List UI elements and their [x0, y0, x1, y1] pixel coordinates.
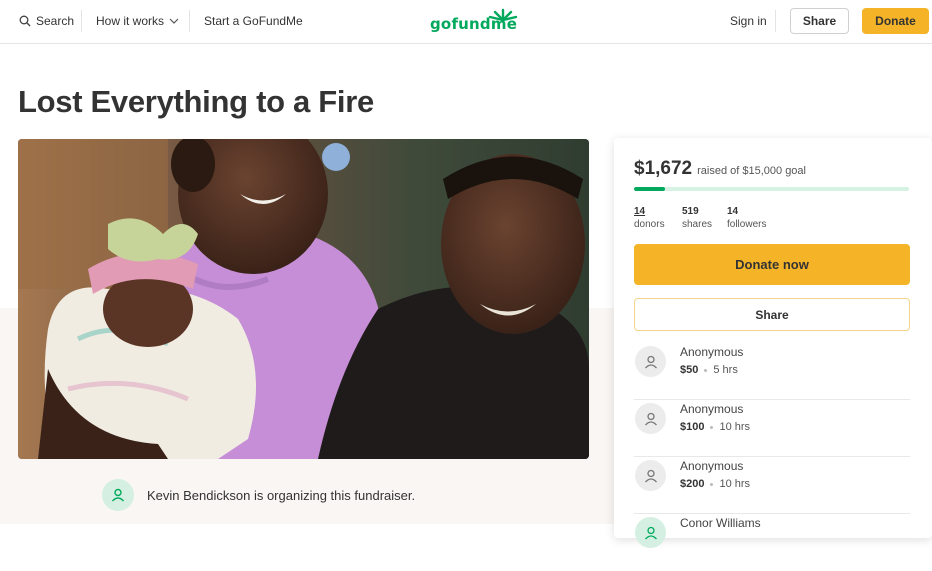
sign-in-link[interactable]: Sign in: [730, 14, 767, 28]
donation-amount: $50: [680, 364, 699, 376]
stat-shares: 519 shares: [682, 205, 712, 231]
donor-user-icon: [644, 355, 657, 368]
goal-text: raised of $15,000 goal: [697, 165, 806, 177]
search-nav[interactable]: Search: [19, 14, 74, 28]
organizer-text: Kevin Bendickson is organizing this fund…: [147, 487, 416, 503]
campaign-photo-image: [18, 139, 589, 459]
how-it-works-label: How it works: [96, 14, 165, 28]
gofundme-logo[interactable]: gofundme: [428, 6, 520, 38]
donor-name: Anonymous: [680, 345, 744, 359]
header-donate-button[interactable]: Donate: [862, 8, 929, 34]
organizer-info: Kevin Bendickson is organizing this fund…: [102, 479, 415, 511]
separator-dot: [710, 482, 714, 486]
stat-value: 519: [682, 206, 699, 217]
search-label: Search: [36, 14, 75, 28]
donation-time: 10 hrs: [719, 478, 751, 490]
donor-avatar: [635, 460, 666, 491]
campaign-photo[interactable]: [18, 139, 589, 459]
donor-name: Anonymous: [680, 459, 744, 473]
donation-amount: $200: [680, 478, 705, 490]
sign-in-label: Sign in: [730, 14, 767, 28]
stat-value: 14: [727, 206, 739, 217]
donation-item: Anonymous $100 10 hrs: [634, 400, 910, 457]
donor-name: Conor Williams: [680, 516, 761, 530]
user-icon: [111, 488, 125, 502]
donation-item: Conor Williams: [634, 514, 910, 571]
donor-name: Anonymous: [680, 402, 744, 416]
donor-user-icon: [644, 412, 657, 425]
donor-user-icon: [644, 469, 657, 482]
donation-time: 10 hrs: [719, 421, 751, 433]
nav-divider: [81, 10, 82, 32]
donation-meta: $100 10 hrs: [680, 421, 750, 433]
chevron-down-icon: [169, 18, 179, 24]
progress-fill: [634, 187, 665, 191]
donation-item: Anonymous $50 5 hrs: [634, 343, 910, 400]
donation-amount: $100: [680, 421, 705, 433]
header-share-button[interactable]: Share: [790, 8, 849, 34]
donation-meta: $50 5 hrs: [680, 364, 738, 376]
card-share-button[interactable]: Share: [634, 298, 910, 331]
stat-label: followers: [727, 219, 767, 230]
start-gofundme-label: Start a GoFundMe: [204, 14, 303, 28]
donor-user-icon: [644, 526, 657, 539]
logo-text: gofundme: [430, 15, 518, 33]
how-it-works-nav[interactable]: How it works: [96, 14, 179, 28]
donation-card: $1,672 raised of $15,000 goal 14 donors …: [614, 138, 932, 548]
site-header: Search How it works Start a GoFundMe gof…: [0, 0, 932, 44]
donor-avatar: [635, 517, 666, 548]
organizer-avatar: [102, 479, 134, 511]
raised-amount: $1,672: [634, 158, 693, 179]
donation-meta: $200 10 hrs: [680, 478, 750, 490]
donor-avatar: [635, 346, 666, 377]
separator-dot: [710, 425, 714, 429]
separator-dot: [704, 368, 708, 372]
stat-value: 14: [634, 206, 646, 217]
start-gofundme-link[interactable]: Start a GoFundMe: [204, 14, 303, 28]
campaign-title: Lost Everything to a Fire: [18, 84, 374, 119]
search-icon: [19, 15, 31, 27]
donation-item: Anonymous $200 10 hrs: [634, 457, 910, 514]
nav-divider: [189, 10, 190, 32]
donor-avatar: [635, 403, 666, 434]
stat-followers: 14 followers: [727, 205, 766, 231]
donation-time: 5 hrs: [713, 364, 738, 376]
stat-donors[interactable]: 14 donors: [634, 205, 665, 231]
donate-now-button[interactable]: Donate now: [634, 244, 910, 285]
stat-label: donors: [634, 219, 665, 230]
progress-bar: [634, 187, 909, 191]
stat-label: shares: [682, 219, 713, 230]
nav-divider: [775, 10, 776, 32]
raised-summary: $1,672 raised of $15,000 goal: [634, 158, 806, 180]
